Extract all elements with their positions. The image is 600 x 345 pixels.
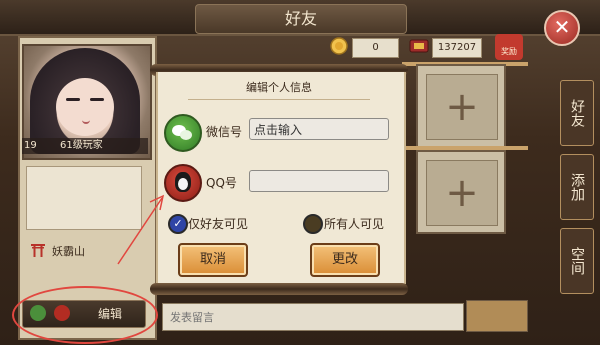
friends-only-radio[interactable]: ✓ [168,214,188,234]
tab-space[interactable]: 空间 [560,228,594,294]
everyone-label: 所有人可见 [324,217,385,231]
torii-gate-icon [30,242,46,258]
change-button[interactable]: 更改 [310,243,380,277]
tab-add[interactable]: 添加 [560,154,594,220]
divider [188,99,370,100]
level-label: 61级玩家 [60,140,103,151]
plus-icon: + [445,84,479,130]
gold-count: 137207 [432,38,482,58]
coin-icon [326,36,352,56]
coin-count: 0 [352,38,399,58]
page-title: 好友 [195,4,407,34]
avatar-eye [90,98,104,101]
avatar-face [56,78,114,136]
friend-slot[interactable]: + [416,150,506,234]
send-button[interactable] [466,300,528,332]
plus-icon: + [445,170,479,216]
annotation-highlight [12,286,158,344]
level-number: 19 [24,140,37,151]
signature-box[interactable] [26,166,142,230]
qq-icon [164,164,202,202]
cancel-button[interactable]: 取消 [178,243,248,277]
message-input[interactable] [168,306,452,328]
check-icon: ✓ [173,217,183,230]
friend-slot-frame: + [426,160,498,226]
wechat-label: 微信号 [206,125,243,139]
wechat-input[interactable] [249,118,389,140]
friend-slot-frame: + [426,74,498,140]
close-icon: ✕ [553,15,571,39]
avatar-eye [66,98,80,101]
dialog-title: 编辑个人信息 [246,81,312,94]
qq-label: QQ号 [206,176,237,190]
side-tab-bar: 好友 添加 空间 [560,80,594,300]
scroll-rod-bottom [150,283,408,295]
qq-input[interactable] [249,170,389,192]
reward-button[interactable]: 奖励 [495,34,523,60]
friends-only-label: 仅好友可见 [188,217,249,231]
friend-slot[interactable]: + [416,64,506,148]
close-button[interactable]: ✕ [544,10,580,46]
everyone-radio[interactable] [303,214,323,234]
tab-friends[interactable]: 好友 [560,80,594,146]
gold-icon [406,36,432,56]
location-text: 妖霸山 [52,245,85,258]
wechat-icon [164,114,202,152]
